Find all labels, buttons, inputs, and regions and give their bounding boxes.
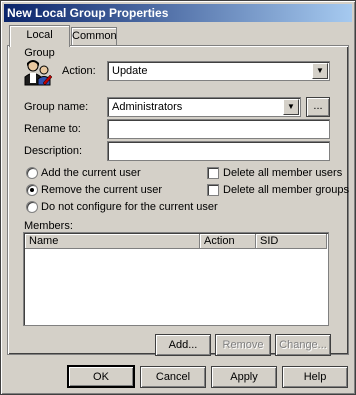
properties-dialog: New Local Group Properties Local Group C… [0, 0, 356, 395]
help-button[interactable]: Help [282, 366, 348, 388]
change-label: Change... [279, 339, 327, 351]
column-header-action[interactable]: Action [200, 234, 256, 249]
cancel-label: Cancel [155, 371, 191, 383]
title-bar[interactable]: New Local Group Properties [4, 4, 352, 22]
help-label: Help [303, 371, 327, 383]
apply-button[interactable]: Apply [211, 366, 277, 388]
column-header-name[interactable]: Name [25, 234, 200, 249]
tab-local-group[interactable]: Local Group [9, 25, 70, 59]
rename-to-field[interactable] [107, 119, 330, 139]
browse-button[interactable]: ... [306, 97, 330, 117]
cancel-button[interactable]: Cancel [140, 366, 206, 388]
tab-common[interactable]: Common [71, 27, 117, 45]
checkbox[interactable] [207, 184, 219, 196]
column-action-label: Action [204, 235, 235, 247]
radio-selected-dot [30, 188, 34, 192]
chevron-down-icon[interactable]: ▼ [312, 63, 328, 79]
add-label: Add... [168, 339, 198, 351]
radio-label: Remove the current user [41, 184, 163, 196]
change-member-button[interactable]: Change... [275, 334, 331, 356]
radio-button[interactable] [26, 184, 38, 196]
tab-local-group-label: Local Group [24, 29, 55, 59]
add-member-button[interactable]: Add... [155, 334, 211, 356]
group-name-label: Group name: [24, 101, 89, 113]
group-name-combobox[interactable]: Administrators ▼ [107, 97, 301, 117]
group-name-value: Administrators [112, 101, 183, 113]
radio-label: Add the current user [41, 167, 141, 179]
column-name-label: Name [29, 235, 59, 247]
action-label: Action: [62, 65, 96, 77]
tab-common-label: Common [72, 30, 117, 42]
checkbox-label: Delete all member groups [223, 184, 349, 196]
column-sid-label: SID [260, 235, 279, 247]
window-title: New Local Group Properties [7, 6, 169, 20]
members-label: Members: [24, 220, 73, 232]
apply-label: Apply [230, 371, 258, 383]
browse-label: ... [313, 100, 323, 112]
members-list[interactable]: Name Action SID [23, 232, 329, 326]
ok-label: OK [93, 371, 109, 383]
description-label: Description: [24, 145, 83, 157]
radio-label: Do not configure for the current user [41, 201, 218, 213]
description-field[interactable] [107, 141, 330, 161]
remove-member-button[interactable]: Remove [215, 334, 271, 356]
remove-label: Remove [222, 339, 264, 351]
ok-button[interactable]: OK [67, 365, 135, 388]
radio-button[interactable] [26, 201, 38, 213]
checkbox-label: Delete all member users [223, 167, 343, 179]
action-combobox[interactable]: Update ▼ [107, 61, 330, 81]
chevron-down-icon[interactable]: ▼ [283, 99, 299, 115]
checkbox[interactable] [207, 167, 219, 179]
rename-to-label: Rename to: [24, 123, 81, 135]
action-value: Update [112, 65, 148, 77]
column-header-sid[interactable]: SID [256, 234, 327, 249]
radio-button[interactable] [26, 167, 38, 179]
